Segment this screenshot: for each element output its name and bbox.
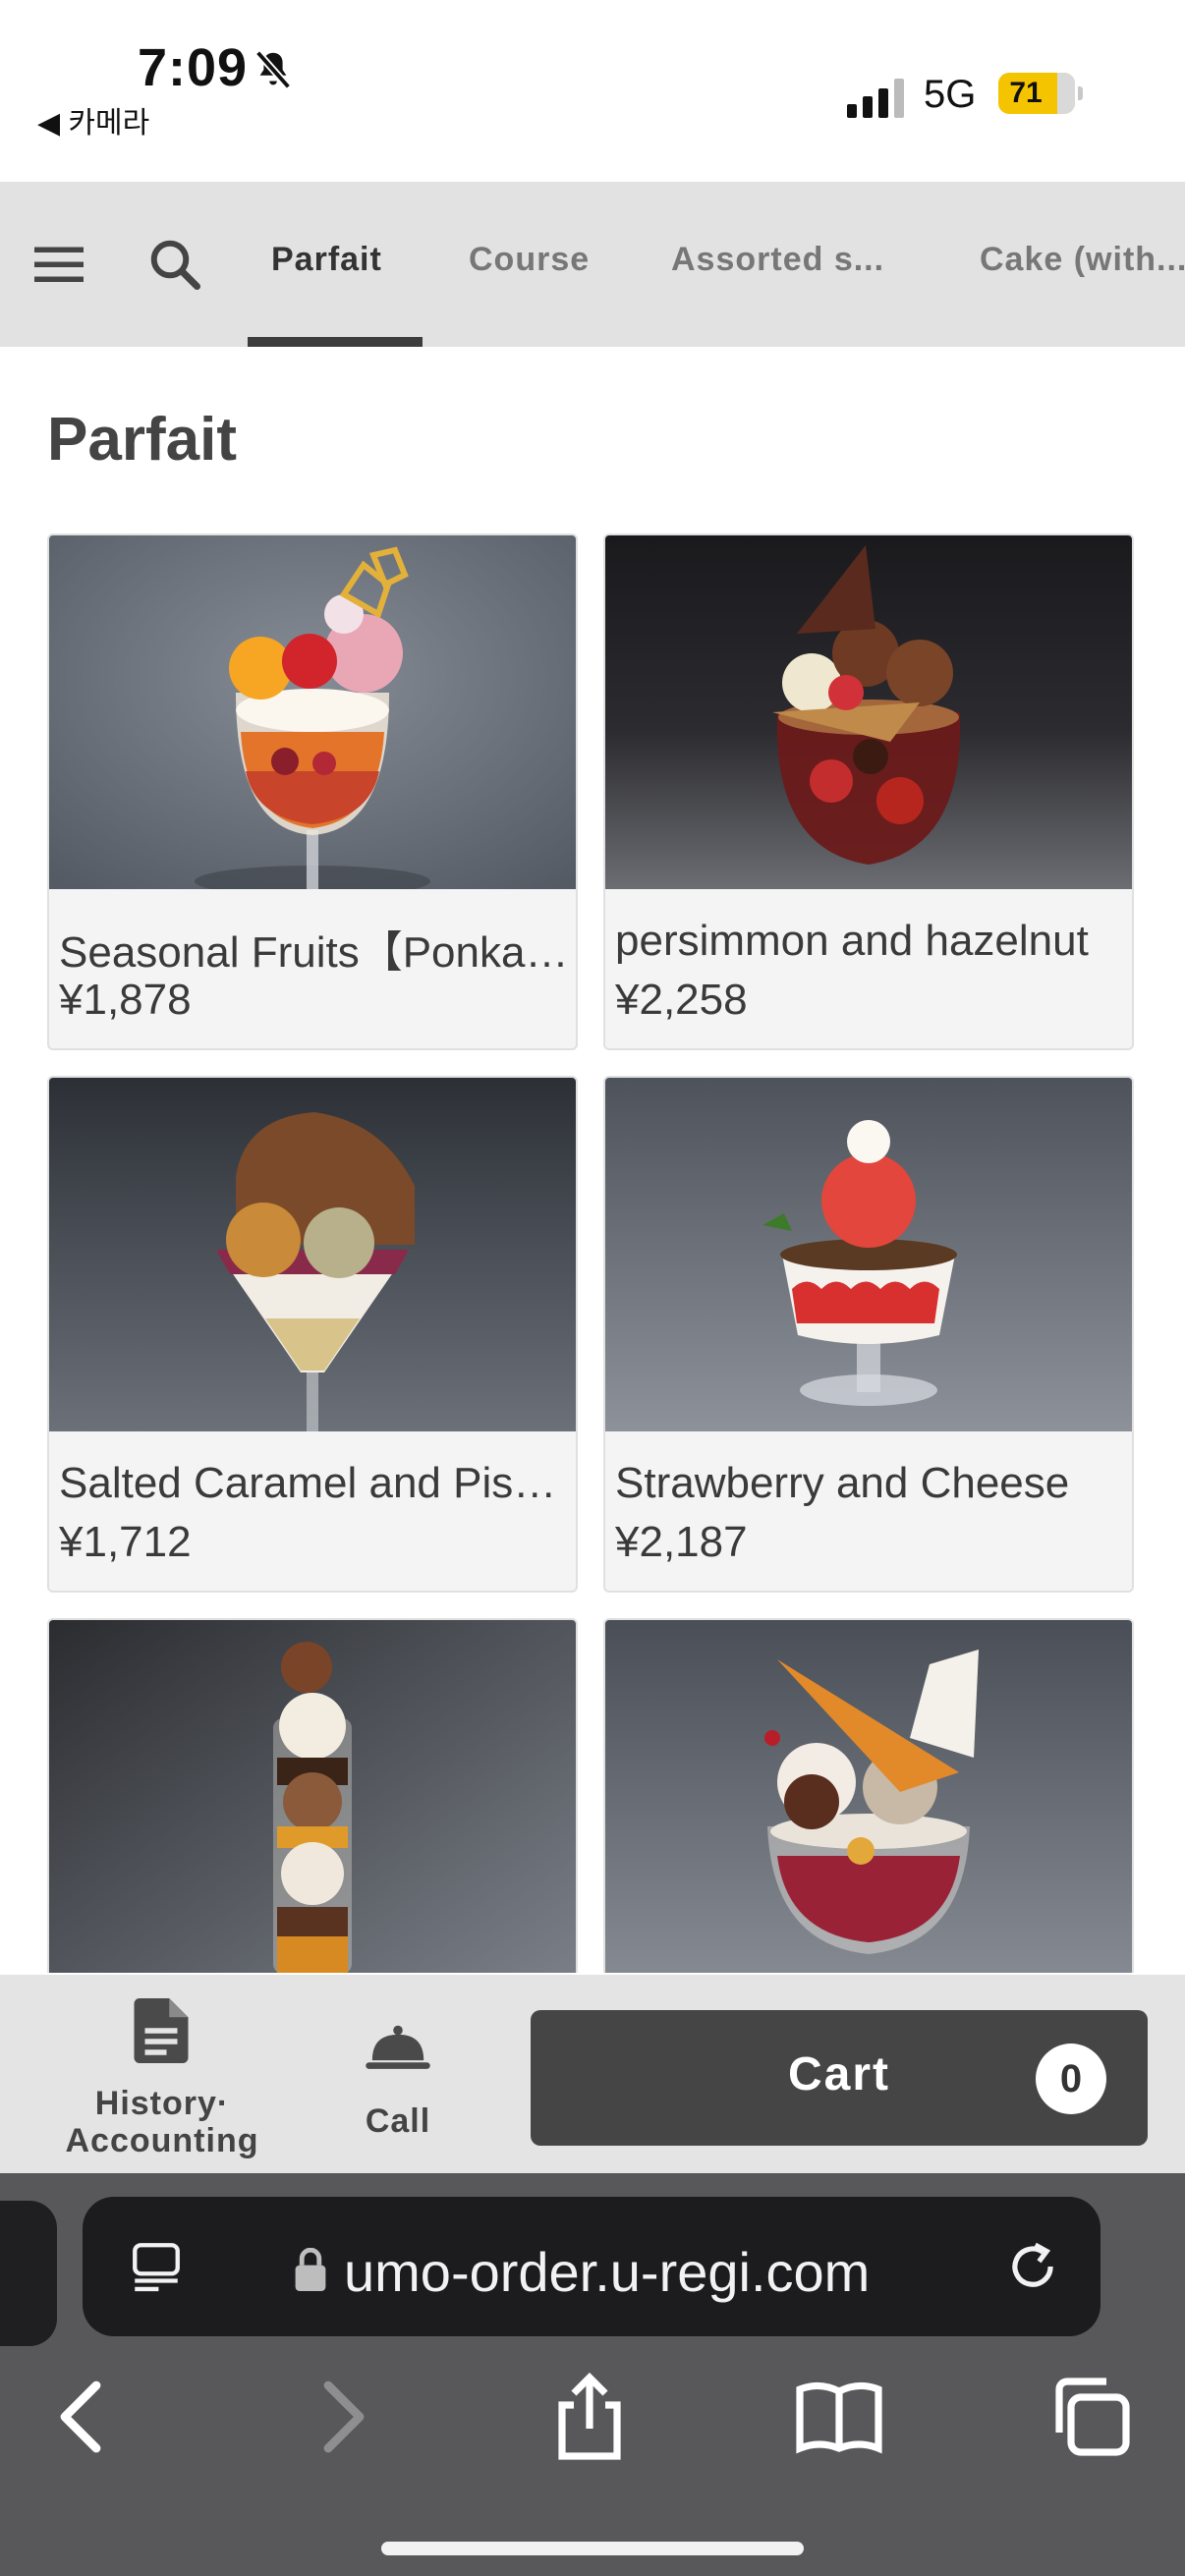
call-label: Call (365, 2102, 431, 2140)
battery-nub (1078, 86, 1083, 100)
product-price: ¥2,258 (615, 976, 748, 1024)
tab-course[interactable]: Course (469, 241, 590, 279)
persimmon-hazelnut-parfait-image (605, 535, 1132, 889)
history-label-line2: Accounting (65, 2122, 259, 2159)
active-tab-indicator (248, 337, 423, 347)
section-title: Parfait (47, 406, 237, 474)
product-image (605, 535, 1132, 889)
lock-icon (295, 2248, 326, 2291)
strawberry-cheese-parfait-image (605, 1078, 1132, 1431)
product-price: ¥2,187 (615, 1518, 748, 1566)
product-name: Salted Caramel and Pis… (59, 1459, 557, 1507)
back-to-app-link[interactable]: ◀ 카메라 (37, 98, 149, 141)
bookmarks-icon[interactable] (792, 2370, 886, 2464)
history-label-line1: History· (94, 2085, 230, 2122)
berry-wafer-parfait-image (605, 1620, 1132, 1973)
home-indicator (381, 2542, 804, 2555)
status-time: 7:09 (138, 38, 249, 97)
tabs-icon[interactable] (1044, 2370, 1138, 2464)
product-image (49, 535, 576, 889)
seasonal-fruits-parfait-image (49, 535, 576, 889)
product-card[interactable]: Strawberry and Cheese ¥2,187 (603, 1076, 1134, 1593)
product-card[interactable] (603, 1618, 1134, 1973)
bell-slash-icon (254, 50, 292, 89)
url-text: umo-order.u-regi.com (344, 2241, 871, 2303)
product-card[interactable]: Seasonal Fruits【Ponka… ¥1,878 (47, 533, 578, 1050)
share-icon[interactable] (542, 2370, 637, 2464)
cellular-signal-icon (847, 79, 904, 118)
product-grid: Seasonal Fruits【Ponka… ¥1,878 persimmon … (47, 533, 1138, 1973)
tabs-overview-icon[interactable] (128, 2238, 185, 2295)
status-bar: 7:09 ◀ 카메라 5G 71 (0, 0, 1185, 182)
product-image (49, 1620, 576, 1973)
product-price: ¥1,712 (59, 1518, 192, 1566)
product-name: Seasonal Fruits【Ponka… (59, 928, 569, 977)
reload-icon[interactable] (1002, 2236, 1063, 2297)
call-staff-button[interactable]: Call (324, 1975, 472, 2173)
browser-toolbar: umo-order.u-regi.com (0, 2173, 1185, 2576)
forward-icon[interactable] (293, 2370, 387, 2464)
document-icon (134, 1998, 189, 2063)
product-name: Strawberry and Cheese (615, 1459, 1070, 1507)
product-card[interactable] (47, 1618, 578, 1973)
back-icon[interactable] (37, 2370, 132, 2464)
product-price: ¥1,878 (59, 976, 192, 1024)
category-nav: Parfait Course Assorted s... Cake (with.… (0, 182, 1185, 347)
cart-button[interactable]: Cart 0 (531, 2010, 1148, 2146)
tab-parfait[interactable]: Parfait (271, 241, 382, 279)
address-bar[interactable]: umo-order.u-regi.com (83, 2197, 1100, 2336)
product-image (49, 1078, 576, 1431)
tab-cake[interactable]: Cake (with... (980, 241, 1185, 279)
hamburger-menu-icon[interactable] (29, 235, 88, 294)
bottom-action-bar: History· Accounting Call Cart 0 (0, 1975, 1185, 2173)
product-card[interactable]: persimmon and hazelnut ¥2,258 (603, 533, 1134, 1050)
product-image (605, 1078, 1132, 1431)
layered-chocolate-parfait-image (49, 1620, 576, 1973)
tab-assorted[interactable]: Assorted s... (671, 241, 884, 279)
cart-count-badge: 0 (1036, 2044, 1106, 2114)
history-accounting-button[interactable]: History· Accounting (49, 1975, 275, 2173)
product-image (605, 1620, 1132, 1973)
battery-level: 71 (1009, 77, 1043, 109)
battery-empty (1057, 73, 1075, 114)
network-type: 5G (924, 73, 977, 116)
search-icon[interactable] (145, 235, 204, 294)
product-card[interactable]: Salted Caramel and Pis… ¥1,712 (47, 1076, 578, 1593)
previous-tab-peek[interactable] (0, 2201, 57, 2346)
service-bell-icon (366, 2025, 430, 2069)
product-name: persimmon and hazelnut (615, 917, 1089, 965)
battery-indicator: 71 (998, 73, 1083, 114)
salted-caramel-pistachio-parfait-image (49, 1078, 576, 1431)
